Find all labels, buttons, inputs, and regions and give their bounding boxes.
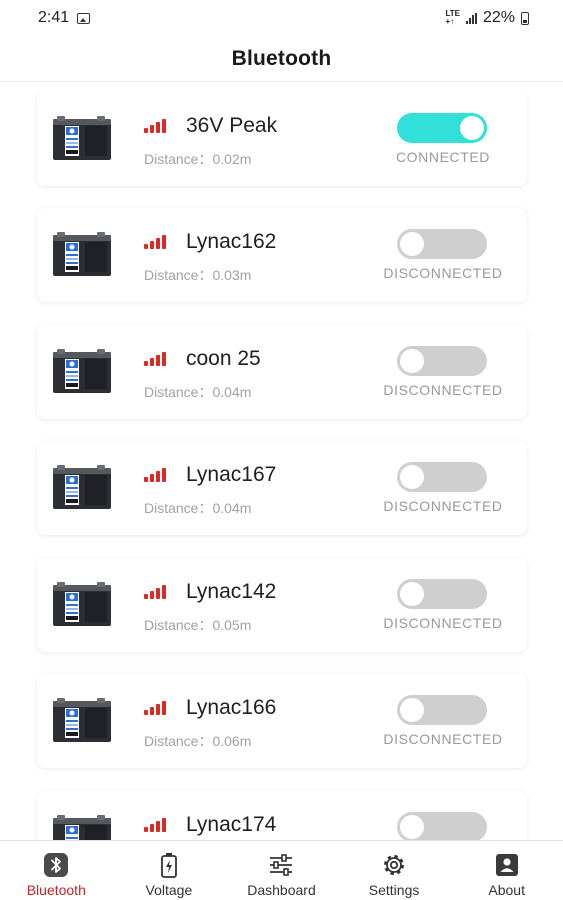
- signal-strength-icon: [144, 350, 166, 366]
- device-card[interactable]: Lynac162 Distance：0.03m DISCONNECTED: [37, 208, 527, 302]
- status-right: LTE +↑ 22%: [445, 9, 529, 27]
- connection-status: DISCONNECTED: [383, 265, 503, 281]
- device-name: Lynac167: [186, 463, 277, 486]
- signal-strength-icon: [144, 233, 166, 249]
- device-name: coon 25: [186, 347, 261, 370]
- nav-label-voltage: Voltage: [145, 882, 193, 898]
- lte-icon: LTE +↑: [445, 10, 460, 26]
- nav-bluetooth[interactable]: Bluetooth: [0, 841, 113, 900]
- battery-charging-icon: [160, 853, 177, 878]
- device-name: Lynac166: [186, 696, 277, 719]
- signal-strength-icon: [144, 117, 166, 133]
- sliders-icon: [270, 854, 293, 876]
- signal-strength-icon: [144, 699, 166, 715]
- lte-arrows: +↑: [445, 17, 455, 26]
- connection-toggle[interactable]: [397, 462, 487, 492]
- battery-device-image: [51, 580, 113, 628]
- battery-device-image: [51, 230, 113, 278]
- nav-label-about: About: [488, 882, 525, 898]
- nav-label-bluetooth: Bluetooth: [26, 882, 86, 898]
- nav-dashboard[interactable]: Dashboard: [225, 841, 338, 900]
- battery-device-image: [51, 347, 113, 395]
- device-distance: Distance：0.04m: [144, 384, 252, 400]
- battery-percent: 22%: [482, 9, 515, 26]
- device-distance: Distance：0.03m: [144, 267, 252, 283]
- bluetooth-icon: [44, 853, 69, 877]
- cell-signal-icon: [465, 12, 477, 24]
- toggle-knob: [400, 815, 424, 839]
- connection-status: DISCONNECTED: [383, 615, 503, 631]
- user-card-icon: [495, 854, 518, 876]
- device-card[interactable]: Lynac142 Distance：0.05m DISCONNECTED: [37, 558, 527, 652]
- status-left: 2:41: [38, 9, 91, 27]
- device-card[interactable]: Lynac166 Distance：0.06m DISCONNECTED: [37, 674, 527, 768]
- battery-device-image: [51, 696, 113, 744]
- connection-toggle[interactable]: [397, 229, 487, 259]
- device-name: Lynac174: [186, 813, 277, 836]
- nav-settings[interactable]: Settings: [338, 841, 451, 900]
- connection-status: DISCONNECTED: [383, 382, 503, 398]
- device-card[interactable]: coon 25 Distance：0.04m DISCONNECTED: [37, 325, 527, 419]
- device-distance: Distance：0.02m: [144, 151, 252, 167]
- bottom-nav: Bluetooth Voltage Dashboard Settings Abo…: [0, 840, 563, 900]
- gear-icon: [384, 855, 405, 875]
- toggle-knob: [400, 465, 424, 489]
- app-header: Bluetooth: [0, 36, 563, 82]
- device-card[interactable]: Lynac174: [37, 791, 527, 840]
- device-card[interactable]: 36V Peak Distance：0.02m CONNECTED: [37, 92, 527, 186]
- toggle-knob: [400, 349, 424, 373]
- connection-toggle[interactable]: [397, 579, 487, 609]
- nav-about[interactable]: About: [450, 841, 563, 900]
- toggle-knob: [400, 698, 424, 722]
- device-distance: Distance：0.04m: [144, 500, 252, 516]
- device-name: 36V Peak: [186, 114, 278, 137]
- device-card[interactable]: Lynac167 Distance：0.04m DISCONNECTED: [37, 441, 527, 535]
- connection-toggle[interactable]: [397, 812, 487, 840]
- nav-label-settings: Settings: [368, 882, 420, 898]
- page-title: Bluetooth: [231, 46, 332, 70]
- status-time: 2:41: [38, 9, 70, 26]
- toggle-knob: [460, 116, 484, 140]
- battery-device-image: [51, 463, 113, 511]
- toggle-knob: [400, 232, 424, 256]
- signal-strength-icon: [144, 583, 166, 599]
- connection-toggle[interactable]: [397, 695, 487, 725]
- connection-status: DISCONNECTED: [383, 498, 503, 514]
- device-name: Lynac162: [186, 230, 277, 253]
- device-list: 36V Peak Distance：0.02m CONNECTED Lynac1…: [0, 92, 563, 840]
- connection-toggle[interactable]: [397, 113, 487, 143]
- toggle-knob: [400, 582, 424, 606]
- device-distance: Distance：0.05m: [144, 617, 252, 633]
- connection-status: CONNECTED: [395, 149, 491, 165]
- status-bar: 2:41 LTE +↑ 22%: [0, 0, 563, 36]
- battery-device-image: [51, 813, 113, 840]
- connection-status: DISCONNECTED: [383, 731, 503, 747]
- nav-label-dashboard: Dashboard: [247, 882, 316, 898]
- device-distance: Distance：0.06m: [144, 733, 252, 749]
- nav-voltage[interactable]: Voltage: [113, 841, 226, 900]
- signal-strength-icon: [144, 816, 166, 832]
- signal-strength-icon: [144, 466, 166, 482]
- connection-toggle[interactable]: [397, 346, 487, 376]
- battery-icon: [521, 11, 529, 25]
- device-name: Lynac142: [186, 580, 277, 603]
- gallery-notification-icon: [77, 12, 91, 24]
- battery-device-image: [51, 114, 113, 162]
